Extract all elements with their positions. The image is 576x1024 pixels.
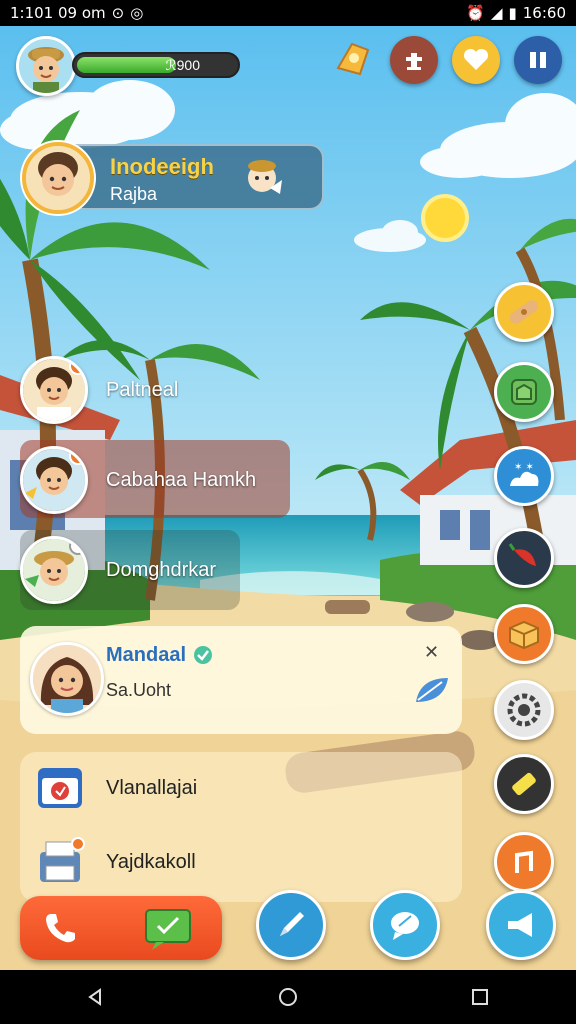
featured-banner[interactable]: Inodeeigh Rajba (22, 142, 324, 214)
settings-icon[interactable] (494, 680, 554, 740)
status-time-right: 16:60 (522, 4, 566, 22)
bottom-action-bar (0, 888, 576, 970)
weather-icon[interactable]: ✶ ✶ (494, 446, 554, 506)
notification-icon: ◎ (130, 4, 144, 22)
home-button[interactable] (258, 977, 318, 1017)
music-icon[interactable] (494, 832, 554, 892)
contact-row[interactable]: Domghdrkar (20, 532, 216, 608)
sun (421, 194, 469, 242)
pause-icon[interactable] (514, 36, 562, 84)
box-icon[interactable] (494, 604, 554, 664)
status-badge (69, 539, 85, 555)
svg-text:✶ ✶: ✶ ✶ (514, 462, 534, 473)
battery-icon[interactable] (494, 754, 554, 814)
small-log (325, 600, 370, 614)
status-time-left: 1:101 09 om (10, 4, 106, 22)
rock (406, 602, 454, 622)
call-button[interactable] (20, 896, 222, 960)
alarm-icon: ⏰ (466, 4, 485, 22)
status-bar: 1:101 09 om ⊙ ◎ ⏰ ◢ ▮ 16:60 (0, 0, 576, 26)
list-item-label: Yajdkakoll (106, 850, 196, 873)
banner-avatar (22, 142, 94, 214)
contact-row[interactable]: Paltneal (20, 352, 178, 428)
app-screen: 1:101 09 om ⊙ ◎ ⏰ ◢ ▮ 16:60 ℛ900 Inodeei… (0, 0, 576, 1024)
back-button[interactable] (66, 977, 126, 1017)
xp-bar: ℛ900 (72, 52, 240, 78)
list-item[interactable]: Vlanallajai (34, 762, 197, 814)
map-icon[interactable] (494, 362, 554, 422)
trophy-icon[interactable] (328, 36, 376, 84)
sync-icon: ⊙ (111, 4, 125, 22)
unread-badge (69, 449, 85, 465)
signal-icon: ▮ (508, 4, 517, 22)
calendar-icon (34, 762, 86, 814)
chat-icon (145, 909, 191, 950)
list-item-label: Vlanallajai (106, 776, 198, 799)
wifi-icon: ◢ (490, 4, 503, 22)
message-icon[interactable] (370, 890, 440, 960)
contact-row[interactable]: Cabahaa Hamkh (20, 442, 256, 518)
close-icon[interactable]: ✕ (424, 642, 439, 663)
contact-avatar (20, 356, 88, 424)
verified-icon (194, 646, 212, 664)
chat-avatar (30, 642, 104, 716)
bandage-icon[interactable] (494, 282, 554, 342)
contact-avatar (20, 446, 88, 514)
unread-badge (69, 359, 85, 375)
character-sticker-icon (248, 160, 282, 194)
banner-title: Inodeeigh (110, 154, 214, 179)
list-item[interactable]: Yajdkakoll (34, 836, 196, 888)
selected-chat-card[interactable]: Mandaal Sa.Uoht ✕ (20, 626, 462, 734)
secondary-list: Vlanallajai Yajdkakoll (20, 752, 462, 902)
pen-icon[interactable] (256, 890, 326, 960)
xp-label: ℛ900 (165, 57, 200, 73)
banner-subtitle: Rajba (110, 184, 158, 204)
contact-name: Paltneal (106, 378, 179, 401)
heart-icon[interactable] (452, 36, 500, 84)
upgrade-icon[interactable] (390, 36, 438, 84)
top-bar: ℛ900 (0, 30, 576, 96)
printer-icon (34, 836, 86, 888)
xp-bar-fill (77, 57, 177, 73)
leaf-icon[interactable] (412, 674, 452, 708)
chat-title: Mandaal (106, 644, 187, 666)
chat-subtitle: Sa.Uoht (106, 680, 172, 700)
megaphone-icon[interactable] (486, 890, 556, 960)
pepper-icon[interactable] (494, 528, 554, 588)
contact-name: Domghdrkar (106, 558, 217, 581)
contact-name: Cabahaa Hamkh (106, 468, 257, 491)
phone-icon (46, 914, 75, 943)
recents-button[interactable] (450, 977, 510, 1017)
system-nav-bar (0, 970, 576, 1024)
contact-avatar (20, 536, 88, 604)
player-avatar[interactable] (16, 36, 76, 96)
